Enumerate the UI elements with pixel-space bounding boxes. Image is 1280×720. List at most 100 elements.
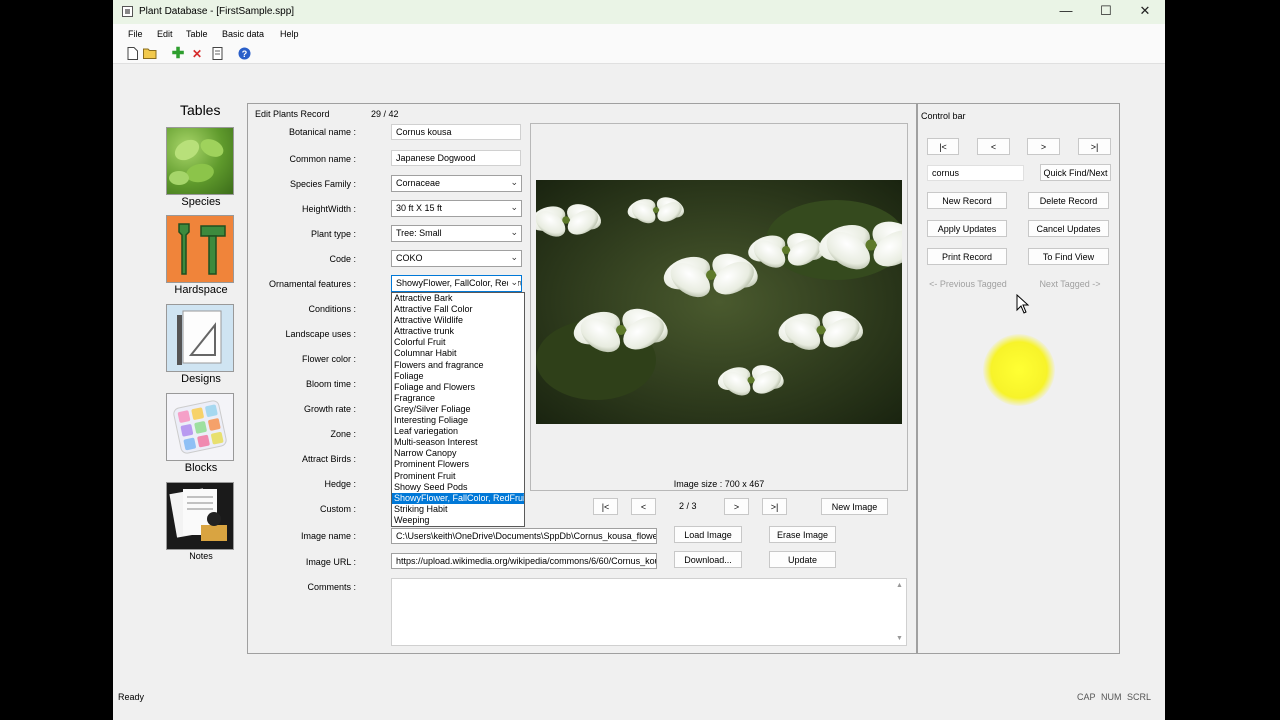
- ornamental-option[interactable]: Attractive Wildlife: [392, 315, 524, 326]
- image-url-label: Image URL :: [305, 557, 356, 567]
- cap-indicator: CAP: [1077, 692, 1096, 702]
- ornamental-option[interactable]: Showy Seed Pods: [392, 482, 524, 493]
- image-frame: Image size : 700 x 467: [530, 123, 908, 491]
- delete-record-button[interactable]: Delete Record: [1028, 192, 1109, 209]
- add-icon[interactable]: ✚: [171, 46, 185, 61]
- common-name-label: Common name :: [289, 154, 356, 164]
- ornamental-option[interactable]: Striking Habit: [392, 504, 524, 515]
- table-designs[interactable]: Designs: [166, 304, 236, 385]
- ornamental-features-select[interactable]: ShowyFlower, FallColor, RedFruit ⌄: [391, 275, 522, 292]
- ornamental-option[interactable]: Prominent Fruit: [392, 471, 524, 482]
- ornamental-option[interactable]: Interesting Foliage: [392, 415, 524, 426]
- ornamental-option[interactable]: Columnar Habit: [392, 348, 524, 359]
- flower-color-label: Flower color :: [301, 354, 356, 364]
- ornamental-option[interactable]: Fragrance: [392, 393, 524, 404]
- height-width-select[interactable]: 30 ft X 15 ft ⌄: [391, 200, 522, 217]
- image-first-button[interactable]: |<: [593, 498, 618, 515]
- erase-image-button[interactable]: Erase Image: [769, 526, 836, 543]
- menu-edit[interactable]: Edit: [157, 29, 173, 39]
- ornamental-option[interactable]: Foliage and Flowers: [392, 382, 524, 393]
- menu-basic-data[interactable]: Basic data: [222, 29, 264, 39]
- maximize-button[interactable]: ☐: [1086, 0, 1126, 24]
- load-image-button[interactable]: Load Image: [674, 526, 742, 543]
- conditions-label: Conditions :: [308, 304, 356, 314]
- comments-textarea[interactable]: ▲ ▼: [391, 578, 907, 646]
- previous-tagged-button[interactable]: <- Previous Tagged: [926, 276, 1010, 293]
- ornamental-option[interactable]: Attractive Fall Color: [392, 304, 524, 315]
- table-hardspace[interactable]: Hardspace: [166, 215, 236, 296]
- hardspace-image: [166, 215, 234, 283]
- scroll-down-icon[interactable]: ▼: [896, 635, 903, 642]
- minimize-button[interactable]: —: [1046, 0, 1086, 24]
- copy-icon[interactable]: [210, 47, 224, 61]
- ornamental-option[interactable]: Leaf variegation: [392, 426, 524, 437]
- image-last-button[interactable]: >|: [762, 498, 787, 515]
- help-icon[interactable]: ?: [237, 47, 251, 61]
- next-tagged-button[interactable]: Next Tagged ->: [1028, 276, 1112, 293]
- botanical-name-input[interactable]: Cornus kousa: [391, 124, 521, 140]
- height-width-value: 30 ft X 15 ft: [396, 203, 443, 213]
- next-record-button[interactable]: >: [1027, 138, 1060, 155]
- species-family-select[interactable]: Cornaceae ⌄: [391, 175, 522, 192]
- open-folder-icon[interactable]: [143, 47, 157, 61]
- apply-updates-button[interactable]: Apply Updates: [927, 220, 1007, 237]
- table-species[interactable]: Species: [166, 127, 236, 208]
- ornamental-features-dropdown[interactable]: Attractive Bark Attractive Fall Color Attr…: [391, 292, 525, 527]
- prev-record-button[interactable]: <: [977, 138, 1010, 155]
- new-image-button[interactable]: New Image: [821, 498, 888, 515]
- mouse-pointer-icon: [1016, 293, 1030, 316]
- ornamental-options-list: Attractive Bark Attractive Fall Color Attr…: [392, 293, 524, 526]
- image-prev-button[interactable]: <: [631, 498, 656, 515]
- designs-image: [166, 304, 234, 372]
- ornamental-option[interactable]: Grey/Silver Foliage: [392, 404, 524, 415]
- update-button[interactable]: Update: [769, 551, 836, 568]
- svg-text:?: ?: [241, 49, 247, 59]
- menu-file[interactable]: File: [128, 29, 143, 39]
- cancel-updates-button[interactable]: Cancel Updates: [1028, 220, 1109, 237]
- ornamental-features-value: ShowyFlower, FallColor, RedFruit: [396, 278, 522, 288]
- quick-find-button[interactable]: Quick Find/Next: [1040, 164, 1111, 181]
- ornamental-option[interactable]: Attractive Bark: [392, 293, 524, 304]
- new-file-icon[interactable]: [125, 47, 139, 61]
- ornamental-option[interactable]: ShowyFlower, FallColor, RedFruit: [392, 492, 524, 504]
- scroll-up-icon[interactable]: ▲: [896, 582, 903, 589]
- to-find-view-button[interactable]: To Find View: [1028, 248, 1109, 265]
- image-url-input[interactable]: https://upload.wikimedia.org/wikipedia/c…: [391, 553, 657, 569]
- zone-label: Zone :: [330, 429, 356, 439]
- first-record-button[interactable]: |<: [927, 138, 959, 155]
- quick-find-input[interactable]: cornus: [927, 165, 1024, 181]
- app-icon: [122, 6, 133, 17]
- code-value: COKO: [396, 253, 423, 263]
- menu-help[interactable]: Help: [280, 29, 299, 39]
- plant-type-label: Plant type :: [310, 229, 356, 239]
- delete-icon[interactable]: ✕: [190, 47, 204, 61]
- image-next-button[interactable]: >: [724, 498, 749, 515]
- ornamental-option[interactable]: Prominent Flowers: [392, 459, 524, 470]
- comments-scrollbar[interactable]: ▲ ▼: [894, 579, 906, 645]
- image-name-input[interactable]: C:\Users\keith\OneDrive\Documents\SppDb\…: [391, 528, 657, 544]
- download-button[interactable]: Download...: [674, 551, 742, 568]
- ornamental-option[interactable]: Attractive trunk: [392, 326, 524, 337]
- print-record-button[interactable]: Print Record: [927, 248, 1007, 265]
- chevron-down-icon: ⌄: [510, 227, 518, 237]
- ornamental-option[interactable]: Flowers and fragrance: [392, 360, 524, 371]
- status-text: Ready: [118, 692, 145, 702]
- plant-type-select[interactable]: Tree: Small ⌄: [391, 225, 522, 242]
- cursor-highlight: [983, 334, 1055, 406]
- ornamental-option[interactable]: Colorful Fruit: [392, 337, 524, 348]
- common-name-input[interactable]: Japanese Dogwood: [391, 150, 521, 166]
- table-blocks[interactable]: Blocks: [166, 393, 236, 474]
- window-title: Plant Database - [FirstSample.spp]: [139, 6, 295, 17]
- record-position: 29 / 42: [371, 109, 399, 119]
- table-notes[interactable]: Notes: [166, 482, 236, 561]
- close-button[interactable]: ✕: [1125, 0, 1165, 24]
- ornamental-option[interactable]: Multi-season Interest: [392, 437, 524, 448]
- ornamental-option[interactable]: Foliage: [392, 371, 524, 382]
- plant-photo: [536, 180, 902, 424]
- ornamental-option[interactable]: Weeping: [392, 515, 524, 526]
- code-select[interactable]: COKO ⌄: [391, 250, 522, 267]
- ornamental-option[interactable]: Narrow Canopy: [392, 448, 524, 459]
- menu-table[interactable]: Table: [186, 29, 208, 39]
- new-record-button[interactable]: New Record: [927, 192, 1007, 209]
- last-record-button[interactable]: >|: [1078, 138, 1111, 155]
